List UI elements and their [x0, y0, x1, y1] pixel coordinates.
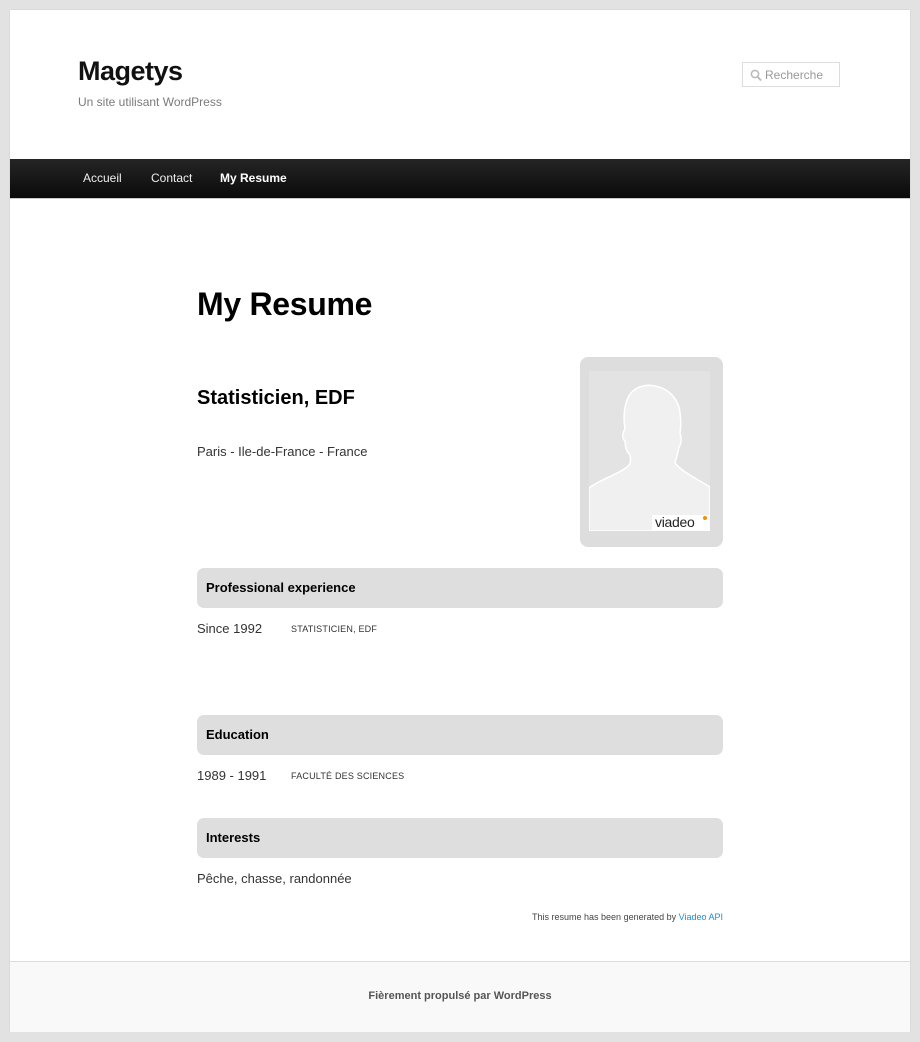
search-form[interactable] — [742, 62, 840, 87]
site-description: Un site utilisant WordPress — [78, 95, 222, 109]
nav-item-contact[interactable]: Contact — [151, 159, 192, 198]
nav-item-my-resume[interactable]: My Resume — [220, 159, 287, 198]
education-date: 1989 - 1991 — [197, 768, 267, 783]
page-container: Magetys Un site utilisant WordPress Accu… — [10, 10, 910, 1032]
viadeo-api-link[interactable]: Viadeo API — [679, 912, 723, 922]
experience-title: Statisticien, EDF — [291, 624, 378, 634]
site-title[interactable]: Magetys — [78, 56, 183, 87]
education-section-heading: Education — [197, 715, 723, 755]
nav-item-accueil[interactable]: Accueil — [83, 159, 122, 198]
interests-section-heading: Interests — [197, 818, 723, 858]
profile-photo-frame: viadeo — [580, 357, 723, 547]
viadeo-logo-text: viadeo — [655, 514, 695, 530]
page-title: My Resume — [197, 286, 373, 322]
profile-photo: viadeo — [589, 371, 710, 531]
main-navigation: Accueil Contact My Resume — [10, 159, 910, 199]
footer-credit-link[interactable]: Fièrement propulsé par WordPress — [10, 990, 910, 1002]
generated-note: This resume has been generated by Viadeo… — [532, 912, 723, 922]
search-input[interactable] — [765, 66, 837, 83]
viadeo-logo-dot — [703, 516, 707, 520]
resume-headline: Statisticien, EDF — [197, 387, 355, 409]
profile-silhouette-icon — [589, 384, 710, 531]
education-title: Faculté des Sciences — [291, 771, 405, 781]
search-icon — [750, 69, 762, 82]
site-footer: Fièrement propulsé par WordPress — [10, 961, 910, 1032]
resume-location: Paris - Ile-de-France - France — [197, 444, 368, 459]
experience-date: Since 1992 — [197, 621, 263, 636]
experience-section-heading: Professional experience — [197, 568, 723, 608]
viadeo-logo: viadeo — [652, 515, 709, 530]
generated-note-text: This resume has been generated by — [532, 912, 677, 922]
interests-text: Pêche, chasse, randonnée — [197, 871, 352, 886]
